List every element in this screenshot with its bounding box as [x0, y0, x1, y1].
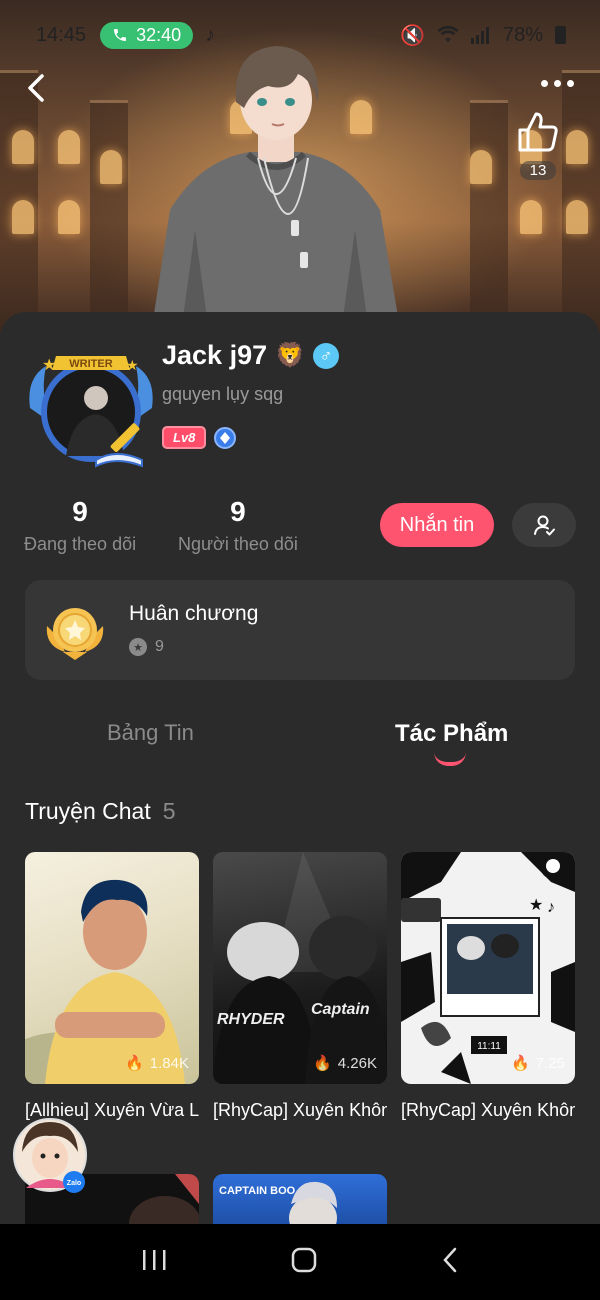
story-thumbnail: 11:11 ♪ ★ 🔥 7.25	[401, 852, 575, 1084]
more-dot-icon	[567, 80, 574, 87]
zalo-chat-bubble[interactable]: Zalo	[12, 1112, 88, 1198]
music-note-icon: ♪	[547, 899, 555, 916]
story-views: 🔥 1.84K	[125, 1054, 189, 1073]
level-badge[interactable]: Lv8	[162, 426, 207, 449]
home-icon	[291, 1247, 317, 1272]
male-gender-icon: ♂	[313, 342, 339, 369]
section-title: Truyện Chat 5	[25, 798, 176, 825]
profile-avatar[interactable]: WRITER ★ ★	[26, 348, 156, 468]
profile-name: Jack j97	[162, 340, 268, 370]
character-avatar	[150, 46, 402, 340]
flame-icon: 🔥	[511, 1055, 530, 1072]
story-card[interactable]: CAPTAIN BOO	[213, 1174, 387, 1224]
medals-count-row: ★ 9	[129, 638, 164, 656]
signal-icon	[470, 27, 489, 44]
thumb-text-captain-boo: CAPTAIN BOO	[219, 1185, 296, 1197]
like-button[interactable]: 13	[514, 110, 562, 180]
story-view-count: 1.84K	[149, 1054, 189, 1072]
story-thumbnail: RHYDER Captain 🔥 4.26K	[213, 852, 387, 1084]
system-nav-bar	[0, 1224, 600, 1300]
story-title: [RhyCap] Xuyên Không, Tôi Nghe ...	[401, 1100, 575, 1120]
profile-badges: Lv8	[162, 426, 237, 449]
tab-feed[interactable]: Bảng Tin	[107, 720, 194, 746]
story-card[interactable]: 11:11 ♪ ★ 🔥 7.25 [RhyCap] Xuyên Không, T…	[401, 852, 575, 1122]
profile-name-row: Jack j97 🦁 ♂	[162, 340, 339, 371]
story-view-count: 7.25	[535, 1054, 565, 1072]
following-count: 9	[72, 496, 88, 527]
followers-count: 9	[230, 496, 246, 527]
followers-label: Người theo dõi	[178, 534, 298, 554]
story-title: [RhyCap] Xuyên Không Vào Một ...	[213, 1100, 387, 1120]
flame-icon: 🔥	[313, 1055, 332, 1072]
thumb-text-captain: Captain	[311, 1001, 370, 1018]
wifi-icon	[437, 26, 459, 43]
story-card[interactable]: 🔥 1.84K [Allhieu] Xuyên Vừa Làm ...	[25, 852, 199, 1122]
back-nav-button[interactable]	[441, 1246, 459, 1279]
more-dot-icon	[554, 80, 561, 87]
recent-apps-button[interactable]	[141, 1248, 167, 1277]
story-views: 🔥 4.26K	[313, 1054, 377, 1073]
star-icon: ★	[529, 897, 543, 914]
like-count: 13	[519, 161, 557, 180]
active-tab-indicator	[434, 752, 466, 766]
tab-works[interactable]: Tác Phẩm	[395, 720, 508, 748]
call-timer: 32:40	[136, 24, 182, 45]
chevron-left-icon	[442, 1247, 456, 1272]
medal-icon	[46, 608, 104, 660]
star-icon: ★	[126, 357, 139, 373]
chevron-left-icon	[28, 74, 44, 102]
story-thumbnail: 🔥 1.84K	[25, 852, 199, 1084]
story-cover-art: 11:11 ♪ ★	[401, 852, 575, 1084]
message-button[interactable]: Nhắn tin	[380, 503, 494, 547]
story-cover-art: RHYDER Captain	[213, 852, 387, 1084]
medals-count: 9	[155, 638, 164, 655]
recent-apps-icon	[143, 1249, 166, 1270]
following-label: Đang theo dõi	[24, 534, 137, 554]
profile-bio: gquyen lụy sqg	[162, 384, 284, 404]
followers-stat[interactable]: 9 Người theo dõi	[178, 496, 298, 555]
thumb-text-clock: 11:11	[477, 1041, 501, 1052]
status-time: 14:45	[36, 23, 87, 46]
call-indicator[interactable]: 32:40	[100, 21, 194, 49]
follow-button[interactable]	[512, 503, 576, 547]
verified-shield-icon[interactable]	[214, 426, 237, 449]
battery-percent: 78%	[502, 23, 543, 46]
following-stat[interactable]: 9 Đang theo dõi	[24, 496, 136, 555]
thumbs-up-icon	[518, 112, 558, 152]
more-dot-icon	[541, 80, 548, 87]
status-bar: 14:45 32:40 ♪ 🔇 78%	[0, 18, 600, 52]
home-button[interactable]	[290, 1246, 318, 1279]
back-button[interactable]	[20, 72, 52, 104]
thumb-text-rhyder: RHYDER	[217, 1011, 285, 1028]
story-cover-art	[25, 879, 185, 1084]
flame-icon: 🔥	[125, 1055, 144, 1072]
phone-icon	[114, 29, 127, 41]
section-count: 5	[162, 798, 176, 824]
zalo-avatar: Zalo	[13, 1118, 87, 1193]
name-emoji: 🦁	[275, 342, 305, 369]
story-card[interactable]: RHYDER Captain 🔥 4.26K [RhyCap] Xuyên Kh…	[213, 852, 387, 1122]
medals-panel[interactable]: Huân chương ★ 9	[25, 580, 575, 680]
battery-icon	[555, 26, 566, 44]
profile-card: WRITER ★ ★ Jack j97 🦁 ♂ gquyen lụy sqg L…	[0, 312, 600, 1224]
add-user-icon	[534, 515, 555, 536]
story-cover-art: CAPTAIN BOO	[219, 1181, 337, 1224]
story-views: 🔥 7.25	[511, 1054, 565, 1073]
medals-title: Huân chương	[129, 602, 259, 625]
more-options-button[interactable]	[541, 80, 574, 87]
tiktok-icon: ♪	[205, 23, 216, 46]
zalo-label: Zalo	[67, 1180, 81, 1187]
section-title-text: Truyện Chat	[25, 798, 151, 824]
mute-icon: 🔇	[400, 24, 425, 47]
avatar-frame-label: WRITER	[69, 358, 112, 370]
story-view-count: 4.26K	[337, 1054, 377, 1072]
star-icon: ★	[42, 357, 56, 374]
star-icon: ★	[129, 638, 147, 656]
